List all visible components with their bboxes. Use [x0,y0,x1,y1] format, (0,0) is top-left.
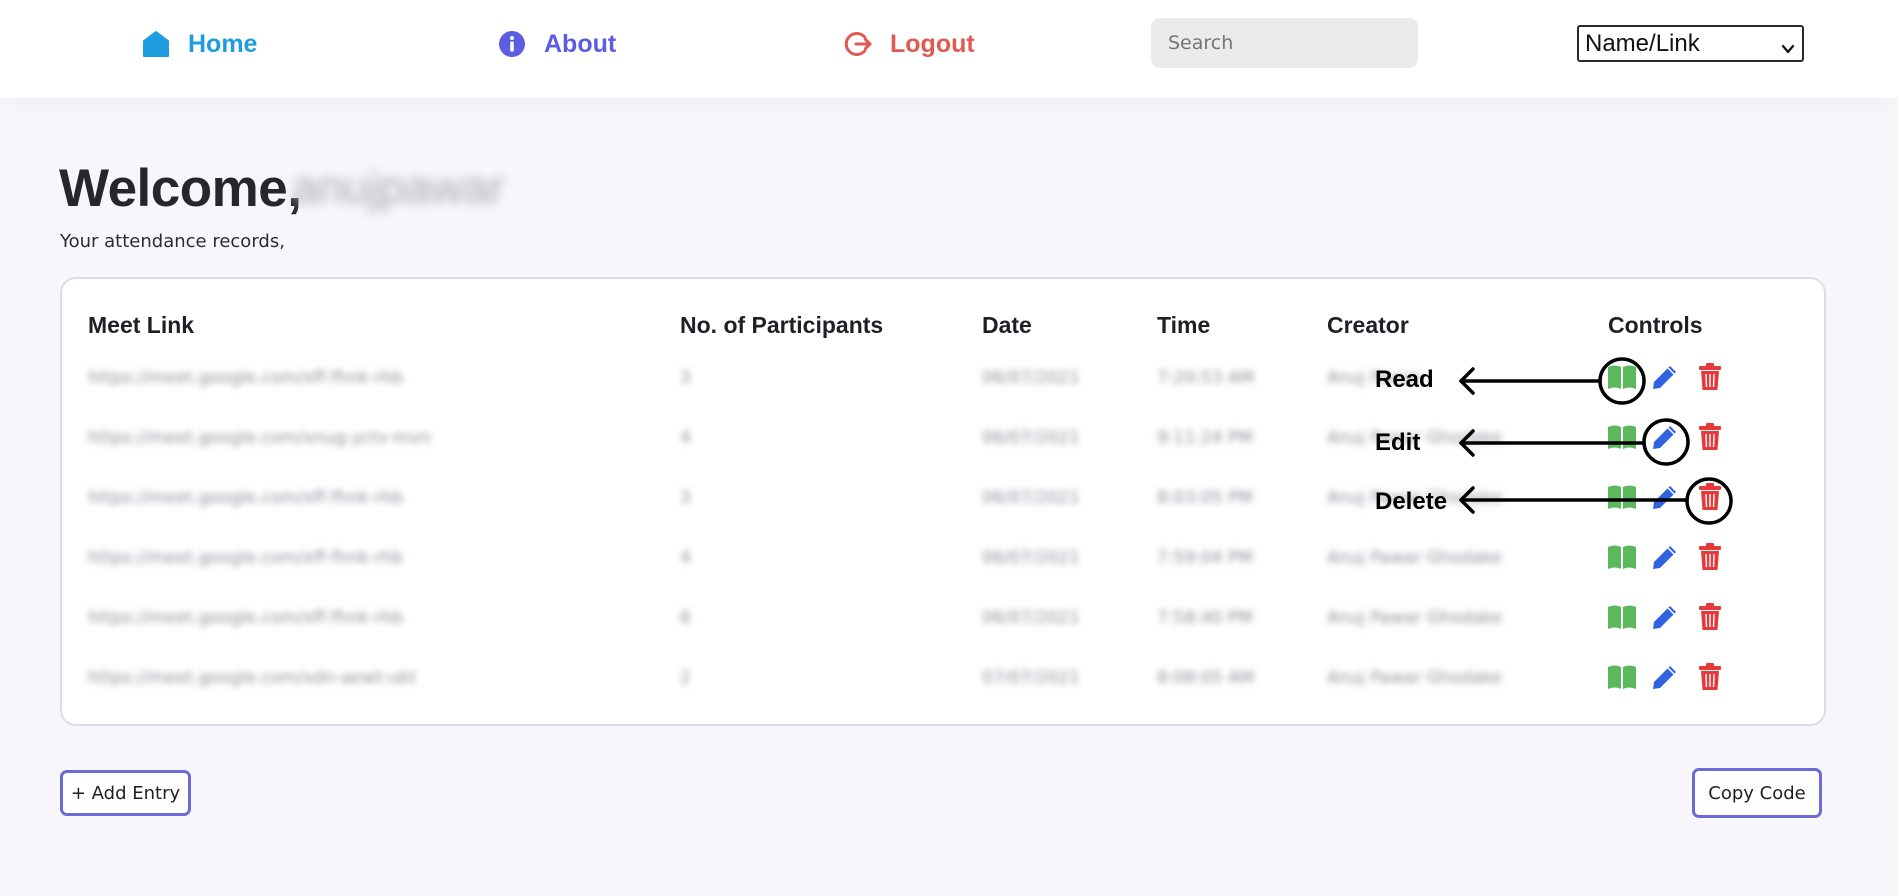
table-row: https://meet.google.com/xff-fhnk-rhb 3 06/… [62,360,1824,400]
column-header-participants: No. of Participants [680,312,884,338]
cell-date: 06/07/2021 [982,608,1080,628]
table-row: https://meet.google.com/xdn-aewt-ukt 2 07/… [62,660,1824,700]
book-icon [1606,665,1638,696]
delete-button[interactable] [1697,542,1723,576]
read-button[interactable] [1606,362,1638,396]
trash-icon [1697,423,1723,456]
pencil-icon [1650,426,1680,456]
table-row: https://meet.google.com/xff-fhnk-rhb 6 06/… [62,600,1824,640]
top-navbar: Home About Logout Name/Link [0,0,1898,98]
trash-icon [1697,663,1723,696]
cell-meet-link[interactable]: https://meet.google.com/xff-fhnk-rhb [88,488,403,508]
annotation-edit-label: Edit [1375,429,1421,456]
cell-time: 8:08:05 AM [1157,668,1255,688]
chevron-down-icon [1781,35,1795,63]
trash-icon [1697,363,1723,396]
delete-button[interactable] [1697,482,1723,516]
nav-logout-label: Logout [890,29,975,58]
book-icon [1606,545,1638,576]
cell-meet-link[interactable]: https://meet.google.com/xff-fhnk-rhb [88,608,403,628]
page-subtitle: Your attendance records, [60,231,285,252]
cell-time: 7:20:53 AM [1157,368,1255,388]
table-row: https://meet.google.com/xnug-yctv-mvn 4 06… [62,420,1824,460]
read-button[interactable] [1606,542,1638,576]
table-row: https://meet.google.com/xff-fhnk-rhb 4 06/… [62,540,1824,580]
nav-about-label: About [544,29,617,58]
cell-creator: Anuj Pawar Ghodake [1327,608,1503,628]
edit-button[interactable] [1650,542,1680,576]
book-icon [1606,365,1638,396]
nav-home-label: Home [188,29,258,58]
nav-about-link[interactable]: About [498,24,616,64]
nav-home-link[interactable]: Home [142,24,257,64]
page-title: Welcome, [59,159,302,218]
trash-icon [1697,543,1723,576]
cell-participants: 4 [680,428,691,448]
pencil-icon [1650,546,1680,576]
info-icon [498,30,526,58]
edit-button[interactable] [1650,422,1680,456]
cell-time: 7:58:40 PM [1157,608,1253,628]
read-button[interactable] [1606,602,1638,636]
book-icon [1606,485,1638,516]
read-button[interactable] [1606,482,1638,516]
read-button[interactable] [1606,422,1638,456]
username: anujpawar [292,161,505,213]
column-header-meet-link: Meet Link [88,312,195,338]
cell-meet-link[interactable]: https://meet.google.com/xff-fhnk-rhb [88,368,403,388]
delete-button[interactable] [1697,602,1723,636]
book-icon [1606,605,1638,636]
delete-button[interactable] [1697,362,1723,396]
table-row: https://meet.google.com/xff-fhnk-rhb 3 06/… [62,480,1824,520]
cell-time: 7:59:04 PM [1157,548,1253,568]
cell-date: 06/07/2021 [982,428,1080,448]
cell-time: 9:11:24 PM [1157,428,1253,448]
column-header-controls: Controls [1608,312,1703,338]
home-icon [142,30,170,58]
search-filter-select[interactable]: Name/Link [1577,25,1804,62]
annotation-delete-label: Delete [1375,488,1448,515]
column-header-creator: Creator [1327,312,1409,338]
attendance-table: Meet Link No. of Participants Date Time … [60,277,1826,726]
read-button[interactable] [1606,662,1638,696]
pencil-icon [1650,366,1680,396]
cell-date: 07/07/2021 [982,668,1080,688]
cell-meet-link[interactable]: https://meet.google.com/xdn-aewt-ukt [88,668,416,688]
pencil-icon [1650,486,1680,516]
edit-button[interactable] [1650,362,1680,396]
cell-time: 8:03:05 PM [1157,488,1253,508]
cell-participants: 4 [680,548,691,568]
annotation-read-label: Read [1375,366,1434,393]
cell-participants: 2 [680,668,691,688]
logout-icon [844,30,872,58]
nav-logout-link[interactable]: Logout [844,24,975,64]
edit-button[interactable] [1650,602,1680,636]
cell-participants: 3 [680,488,691,508]
delete-button[interactable] [1697,662,1723,696]
edit-button[interactable] [1650,662,1680,696]
cell-date: 06/07/2021 [982,548,1080,568]
copy-code-button[interactable]: Copy Code [1692,768,1822,818]
book-icon [1606,425,1638,456]
cell-participants: 3 [680,368,691,388]
pencil-icon [1650,666,1680,696]
trash-icon [1697,603,1723,636]
search-input[interactable] [1151,18,1418,68]
cell-meet-link[interactable]: https://meet.google.com/xff-fhnk-rhb [88,548,403,568]
pencil-icon [1650,606,1680,636]
column-header-date: Date [982,312,1032,338]
cell-creator: Anuj Pawar Ghodake [1327,668,1503,688]
delete-button[interactable] [1697,422,1723,456]
search-filter-value: Name/Link [1585,29,1700,57]
cell-creator: Anuj Pawar Ghodake [1327,548,1503,568]
cell-participants: 6 [680,608,691,628]
add-entry-button[interactable]: + Add Entry [60,770,191,816]
cell-meet-link[interactable]: https://meet.google.com/xnug-yctv-mvn [88,428,431,448]
cell-date: 06/07/2021 [982,368,1080,388]
edit-button[interactable] [1650,482,1680,516]
cell-date: 06/07/2021 [982,488,1080,508]
trash-icon [1697,483,1723,516]
column-header-time: Time [1157,312,1211,338]
